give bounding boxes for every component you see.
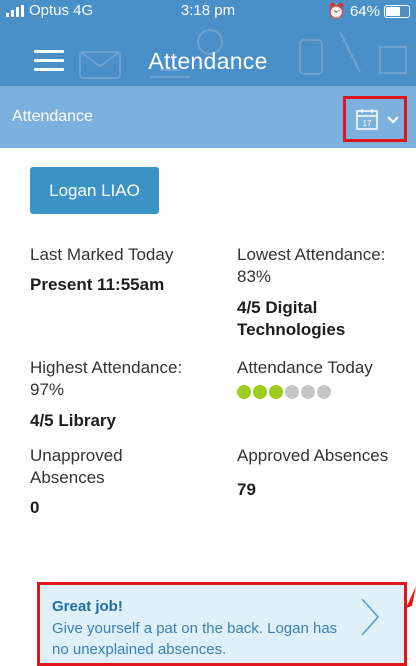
unapproved-absences-label: Unapproved Absences <box>30 446 123 487</box>
last-marked-stat: Last Marked Today Present 11:55am <box>30 244 215 296</box>
attendance-today-dots <box>237 385 407 399</box>
approved-absences-value: 79 <box>237 480 256 499</box>
app-header: Attendance <box>0 22 416 86</box>
banner-message: Give yourself a pat on the back. Logan h… <box>52 620 338 658</box>
alarm-icon: ⏰ <box>327 3 346 20</box>
lowest-attendance-subject: 4/5 Digital Technologies <box>237 298 346 339</box>
banner-title: Great job! <box>52 598 123 615</box>
lowest-attendance-stat: Lowest Attendance: 83% 4/5 Digital Techn… <box>237 244 407 341</box>
unapproved-absences-value: 0 <box>30 498 40 517</box>
student-selector-button[interactable]: Logan LIAO <box>30 167 159 214</box>
period-empty-dot <box>317 385 331 399</box>
chevron-down-icon <box>387 116 399 124</box>
period-present-dot <box>269 385 283 399</box>
period-empty-dot <box>301 385 315 399</box>
battery-status: ⏰ 64% <box>327 2 410 20</box>
chevron-right-icon <box>361 598 380 636</box>
no-absences-banner[interactable]: Great job! Give yourself a pat on the ba… <box>37 582 407 666</box>
approved-absences-stat: Approved Absences 79 <box>237 445 407 501</box>
battery-icon <box>384 4 410 18</box>
last-marked-value: Present 11:55am <box>30 275 165 294</box>
date-picker-button[interactable]: 17 <box>343 96 407 142</box>
attendance-today-label: Attendance Today <box>237 358 373 377</box>
highest-attendance-stat: Highest Attendance: 97% 4/5 Library <box>30 357 220 432</box>
lowest-attendance-label: Lowest Attendance: 83% <box>237 245 386 286</box>
last-marked-label: Last Marked Today <box>30 245 174 264</box>
page-title: Attendance <box>148 48 268 74</box>
period-present-dot <box>237 385 251 399</box>
attendance-today-stat: Attendance Today <box>237 357 407 399</box>
period-empty-dot <box>285 385 299 399</box>
calendar-day: 17 <box>363 119 372 128</box>
status-bar: Optus 4G 3:18 pm ⏰ 64% <box>0 0 416 22</box>
highest-attendance-subject: 4/5 Library <box>30 411 116 430</box>
highest-attendance-label: Highest Attendance: 97% <box>30 358 183 399</box>
calendar-icon: 17 <box>356 109 378 130</box>
unapproved-absences-stat: Unapproved Absences 0 <box>30 445 220 519</box>
annotation-arrow-icon <box>406 586 416 608</box>
battery-percent: 64% <box>349 2 380 20</box>
section-title: Attendance <box>12 108 93 125</box>
period-present-dot <box>253 385 267 399</box>
approved-absences-label: Approved Absences <box>237 446 389 465</box>
